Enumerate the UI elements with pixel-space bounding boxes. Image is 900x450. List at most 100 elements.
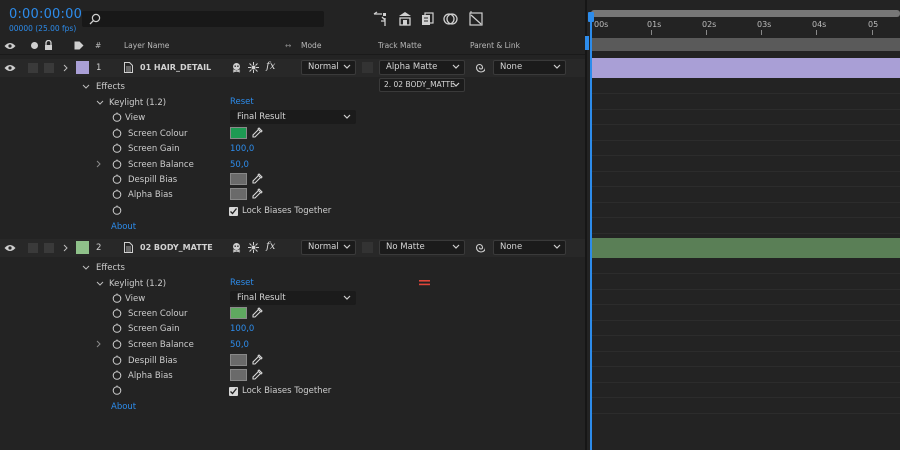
layer-2-view-dropdown[interactable]: Final Result: [230, 291, 356, 305]
graph-editor-icon[interactable]: [468, 11, 484, 27]
layer-1-label-color[interactable]: [76, 61, 89, 74]
lock-icon[interactable]: [44, 40, 53, 50]
layer-1-effect-name[interactable]: Keylight (1.2): [109, 98, 166, 108]
layer-1-alpha-bias-swatch[interactable]: [230, 188, 247, 200]
stopwatch-icon[interactable]: [112, 189, 122, 199]
layer-1-view-dropdown[interactable]: Final Result: [230, 110, 356, 124]
layer-1-mode-dropdown[interactable]: Normal: [301, 60, 356, 75]
layer-row-2[interactable]: 2 02 BODY_MATTE fx Normal No Matte None: [0, 239, 585, 257]
eyedropper-icon[interactable]: [252, 369, 263, 380]
stopwatch-icon[interactable]: [112, 128, 122, 138]
layer-2-lock-toggle[interactable]: [44, 243, 54, 253]
layer-1-shy-icon[interactable]: [231, 62, 242, 73]
layer-2-about-link[interactable]: About: [111, 402, 136, 412]
layer-1-matte-layer-dropdown[interactable]: 2. 02 BODY_MATTE: [379, 78, 465, 92]
work-area-bar[interactable]: [591, 10, 900, 17]
stopwatch-icon[interactable]: [112, 339, 122, 349]
layer-2-screen-balance-value[interactable]: 50,0: [230, 340, 249, 350]
effects-expand-chevron-icon[interactable]: [82, 84, 90, 90]
layer-2-track-matte-dropdown[interactable]: No Matte: [379, 240, 465, 255]
stopwatch-icon[interactable]: [112, 205, 122, 215]
stopwatch-icon[interactable]: [112, 112, 122, 122]
layer-2-label-color[interactable]: [76, 241, 89, 254]
layer-1-despill-bias-label: Despill Bias: [128, 175, 178, 185]
layer-1-expand-chevron-icon[interactable]: [63, 64, 69, 72]
screen-balance-expand-chevron-icon[interactable]: [96, 160, 102, 168]
layer-2-name[interactable]: 02 BODY_MATTE: [140, 243, 213, 252]
solo-icon[interactable]: [30, 41, 39, 50]
layer-1-pickwhip-icon[interactable]: [474, 62, 485, 73]
current-time-marker[interactable]: [585, 36, 589, 50]
layer-2-despill-bias-swatch[interactable]: [230, 354, 247, 366]
layer-1-track-matte-dropdown[interactable]: Alpha Matte: [379, 60, 465, 75]
stopwatch-icon[interactable]: [112, 323, 122, 333]
layer-1-collapse-icon[interactable]: [248, 62, 259, 73]
video-visibility-icon[interactable]: [4, 42, 16, 50]
layer-row-1[interactable]: 1 01 HAIR_DETAIL fx Normal Alpha Matte N…: [0, 59, 585, 77]
stopwatch-icon[interactable]: [112, 143, 122, 153]
layer-2-number: 2: [96, 243, 102, 253]
current-time-indicator[interactable]: [590, 17, 592, 450]
layer-2-duration-bar[interactable]: [591, 238, 900, 258]
eyedropper-icon[interactable]: [252, 188, 263, 199]
effects-expand-chevron-icon[interactable]: [82, 265, 90, 271]
eyedropper-icon[interactable]: [252, 307, 263, 318]
current-time-display[interactable]: 0:00:00:00: [9, 7, 82, 22]
layer-1-screen-gain-value[interactable]: 100,0: [230, 144, 254, 154]
stopwatch-icon[interactable]: [112, 355, 122, 365]
layer-2-parent-dropdown[interactable]: None: [493, 240, 566, 255]
layer-2-collapse-icon[interactable]: [248, 242, 259, 253]
layer-2-visibility-icon[interactable]: [4, 244, 16, 252]
layer-1-preserve-transparency[interactable]: [362, 62, 373, 73]
layer-2-screen-colour-swatch[interactable]: [230, 307, 247, 319]
layer-2-solo-toggle[interactable]: [28, 243, 38, 253]
eyedropper-icon[interactable]: [252, 127, 263, 138]
frame-blending-icon[interactable]: [420, 11, 436, 27]
keylight-expand-chevron-icon[interactable]: [96, 100, 104, 106]
layer-2-mode-dropdown[interactable]: Normal: [301, 240, 356, 255]
stopwatch-icon[interactable]: [112, 308, 122, 318]
keylight-expand-chevron-icon[interactable]: [96, 281, 104, 287]
layer-1-visibility-icon[interactable]: [4, 64, 16, 72]
layer-1-reset-link[interactable]: Reset: [230, 97, 254, 107]
motion-blur-icon[interactable]: [443, 11, 459, 27]
layer-2-reset-link[interactable]: Reset: [230, 278, 254, 288]
layer-2-fx-icon[interactable]: fx: [266, 241, 275, 252]
layer-1-solo-toggle[interactable]: [28, 63, 38, 73]
layer-1-screen-colour-swatch[interactable]: [230, 127, 247, 139]
stopwatch-icon[interactable]: [112, 174, 122, 184]
layer-1-lock-toggle[interactable]: [44, 63, 54, 73]
layer-2-alpha-bias-swatch[interactable]: [230, 369, 247, 381]
layer-1-despill-bias-swatch[interactable]: [230, 173, 247, 185]
layer-1-parent-dropdown[interactable]: None: [493, 60, 566, 75]
layer-1-fx-icon[interactable]: fx: [266, 61, 275, 72]
layer-1-lock-biases-checkbox[interactable]: [229, 207, 238, 216]
layer-2-preserve-transparency[interactable]: [362, 242, 373, 253]
layer-2-screen-gain-value[interactable]: 100,0: [230, 324, 254, 334]
layer-1-name[interactable]: 01 HAIR_DETAIL: [140, 63, 211, 72]
layer-2-pickwhip-icon[interactable]: [474, 242, 485, 253]
stopwatch-icon[interactable]: [112, 293, 122, 303]
composition-mini-flowchart-icon[interactable]: [372, 11, 388, 27]
stopwatch-icon[interactable]: [112, 385, 122, 395]
layer-2-lock-biases-label: Lock Biases Together: [242, 386, 332, 396]
stopwatch-icon[interactable]: [112, 159, 122, 169]
tick-label: 05: [868, 20, 879, 29]
eyedropper-icon[interactable]: [252, 354, 263, 365]
layer-1-about-link[interactable]: About: [111, 222, 136, 232]
draft-3d-icon[interactable]: [397, 11, 413, 27]
layer-1-duration-bar[interactable]: [591, 58, 900, 78]
layer-search-input[interactable]: [82, 11, 324, 27]
eyedropper-icon[interactable]: [252, 173, 263, 184]
layer-2-shy-icon[interactable]: [231, 242, 242, 253]
composition-navigator[interactable]: [591, 38, 900, 51]
screen-balance-expand-chevron-icon[interactable]: [96, 340, 102, 348]
stopwatch-icon[interactable]: [112, 370, 122, 380]
column-layer-name[interactable]: Layer Name: [124, 41, 169, 50]
label-tag-icon[interactable]: [74, 41, 84, 50]
layer-1-screen-balance-value[interactable]: 50,0: [230, 160, 249, 170]
layer-2-expand-chevron-icon[interactable]: [63, 244, 69, 252]
tick-mark: [872, 30, 873, 35]
layer-2-lock-biases-checkbox[interactable]: [229, 387, 238, 396]
layer-2-effect-name[interactable]: Keylight (1.2): [109, 279, 166, 289]
